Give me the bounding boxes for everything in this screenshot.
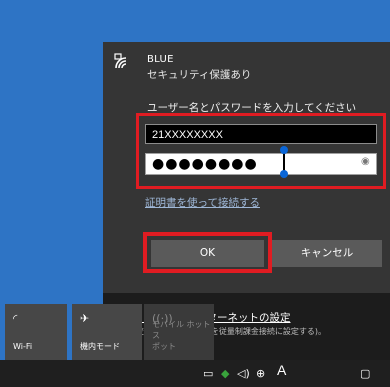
network-item-card: BLUE セキュリティ保護あり ユーザー名とパスワードを入力してください 21X…	[103, 42, 390, 293]
ok-button[interactable]: OK	[151, 240, 264, 267]
wifi-icon: ◜	[13, 312, 18, 325]
notification-icon[interactable]: ▢	[360, 367, 370, 380]
selection-handle-bottom[interactable]	[280, 170, 288, 178]
quick-action-mobile-hotspot[interactable]: ((·)) モバイル ホットス ポット	[144, 304, 214, 360]
security-status: セキュリティ保護あり	[147, 69, 252, 81]
quick-action-airplane[interactable]: ✈ 機内モード	[72, 304, 142, 360]
tile-label: 機内モード	[80, 342, 120, 351]
secured-wifi-icon	[114, 53, 127, 69]
tile-label: モバイル ホットス ポット	[152, 320, 211, 351]
password-field[interactable]: ●●●●●●●●	[145, 153, 377, 175]
reveal-password-icon[interactable]: ◉	[361, 156, 373, 168]
network-ssid: BLUE	[147, 54, 174, 65]
globe-icon[interactable]: ⊕	[256, 367, 265, 380]
speaker-icon[interactable]: ◁)	[237, 367, 250, 380]
selection-handle-top[interactable]	[280, 146, 288, 154]
username-field[interactable]: 21XXXXXXXX	[145, 124, 377, 144]
battery-icon[interactable]: ▭	[203, 367, 213, 380]
taskbar: ▭ ◆ ◁) ⊕ A ▢	[0, 360, 390, 387]
tile-label: Wi-Fi	[13, 342, 33, 351]
airplane-icon: ✈	[80, 312, 90, 325]
certificate-connect-link[interactable]: 証明書を使って接続する	[145, 195, 260, 210]
cancel-button[interactable]: キャンセル	[272, 240, 382, 267]
network-shield-icon[interactable]: ◆	[221, 367, 229, 380]
ime-indicator[interactable]: A	[277, 363, 286, 377]
quick-action-wifi[interactable]: ◜ Wi-Fi	[5, 304, 67, 360]
